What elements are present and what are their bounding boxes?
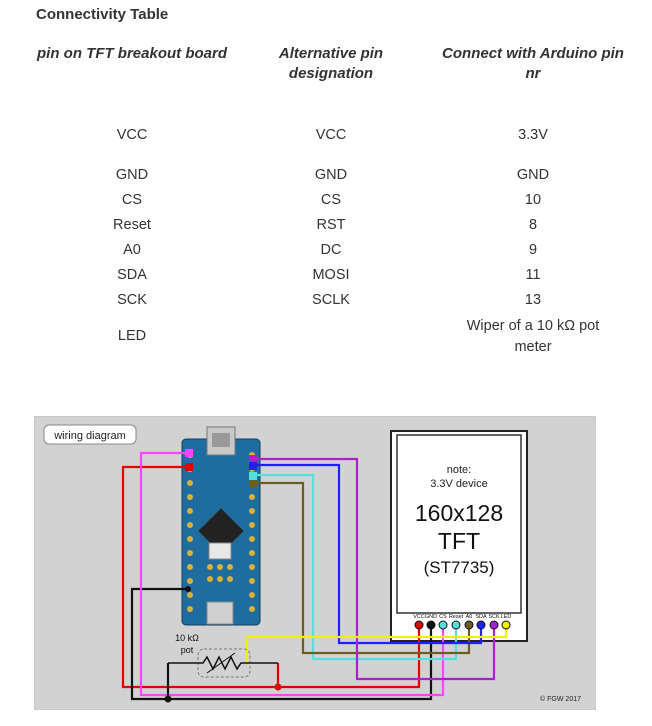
pot-label-name: pot	[181, 645, 194, 655]
cell-tft-pin: GND	[115, 167, 149, 183]
cell-arduino-pin: Wiper of a 10 kΩ pot meter	[466, 318, 600, 355]
cell-alt-pin: DC	[320, 242, 342, 258]
cell-arduino-pin: 8	[528, 217, 538, 233]
cell-alt-pin: VCC	[315, 127, 347, 143]
tft-type: TFT	[438, 528, 480, 554]
cell-tft-pin: SDA	[117, 267, 147, 283]
cell-tft-pin: LED	[117, 328, 147, 344]
cell-tft-pin: VCC	[116, 127, 148, 143]
cell-alt-pin: GND	[314, 167, 348, 183]
tft-pin-label-cs: CS	[439, 614, 447, 620]
tft-pin-label-led: LED	[501, 614, 512, 620]
copyright: © FGW 2017	[540, 695, 581, 703]
tft-pin-label-a0: A0	[466, 614, 473, 620]
cell-arduino-pin: 3.3V	[518, 127, 548, 143]
cell-alt-pin: SCLK	[312, 292, 350, 308]
cell-arduino-pin: 13	[524, 292, 542, 308]
cell-tft-pin: Reset	[113, 217, 151, 233]
tft-pin-label-vcc: VCC	[413, 614, 425, 620]
arduino-nano-board	[181, 426, 261, 626]
column-header-alt-pin: Alternative pin designation	[278, 45, 384, 82]
tft-pin-label-sck: SCK	[488, 614, 500, 620]
tft-pin-label-gnd: GND	[425, 614, 437, 620]
table-heading: Connectivity Table	[36, 6, 169, 23]
cell-alt-pin: CS	[320, 192, 342, 208]
cell-tft-pin: CS	[121, 192, 143, 208]
cell-alt-pin: RST	[316, 217, 346, 233]
wiring-diagram: wiring diagram note: 3.3V device 160x128…	[34, 416, 596, 710]
tft-pin-label-reset: Reset	[449, 614, 464, 620]
wiring-diagram-svg: wiring diagram note: 3.3V device 160x128…	[43, 424, 581, 703]
diagram-label: wiring diagram	[53, 430, 126, 442]
cell-arduino-pin: 9	[528, 242, 538, 258]
column-header-tft-pin: pin on TFT breakout board	[37, 45, 227, 62]
pot-label-value: 10 kΩ	[175, 633, 199, 643]
tft-driver: (ST7735)	[424, 558, 495, 577]
cell-arduino-pin: 11	[525, 267, 541, 283]
tft-note-label: note:	[447, 464, 471, 476]
column-header-arduino-pin: Connect with Arduino pin nr	[442, 45, 624, 82]
cell-tft-pin: A0	[123, 242, 141, 258]
tft-note-text: 3.3V device	[430, 478, 487, 490]
cell-alt-pin: MOSI	[312, 267, 350, 283]
tft-resolution: 160x128	[415, 500, 503, 526]
tft-pin-label-sda: SDA	[475, 614, 487, 620]
cell-arduino-pin: GND	[516, 167, 550, 183]
cell-arduino-pin: 10	[524, 192, 542, 208]
cell-tft-pin: SCK	[117, 292, 147, 308]
